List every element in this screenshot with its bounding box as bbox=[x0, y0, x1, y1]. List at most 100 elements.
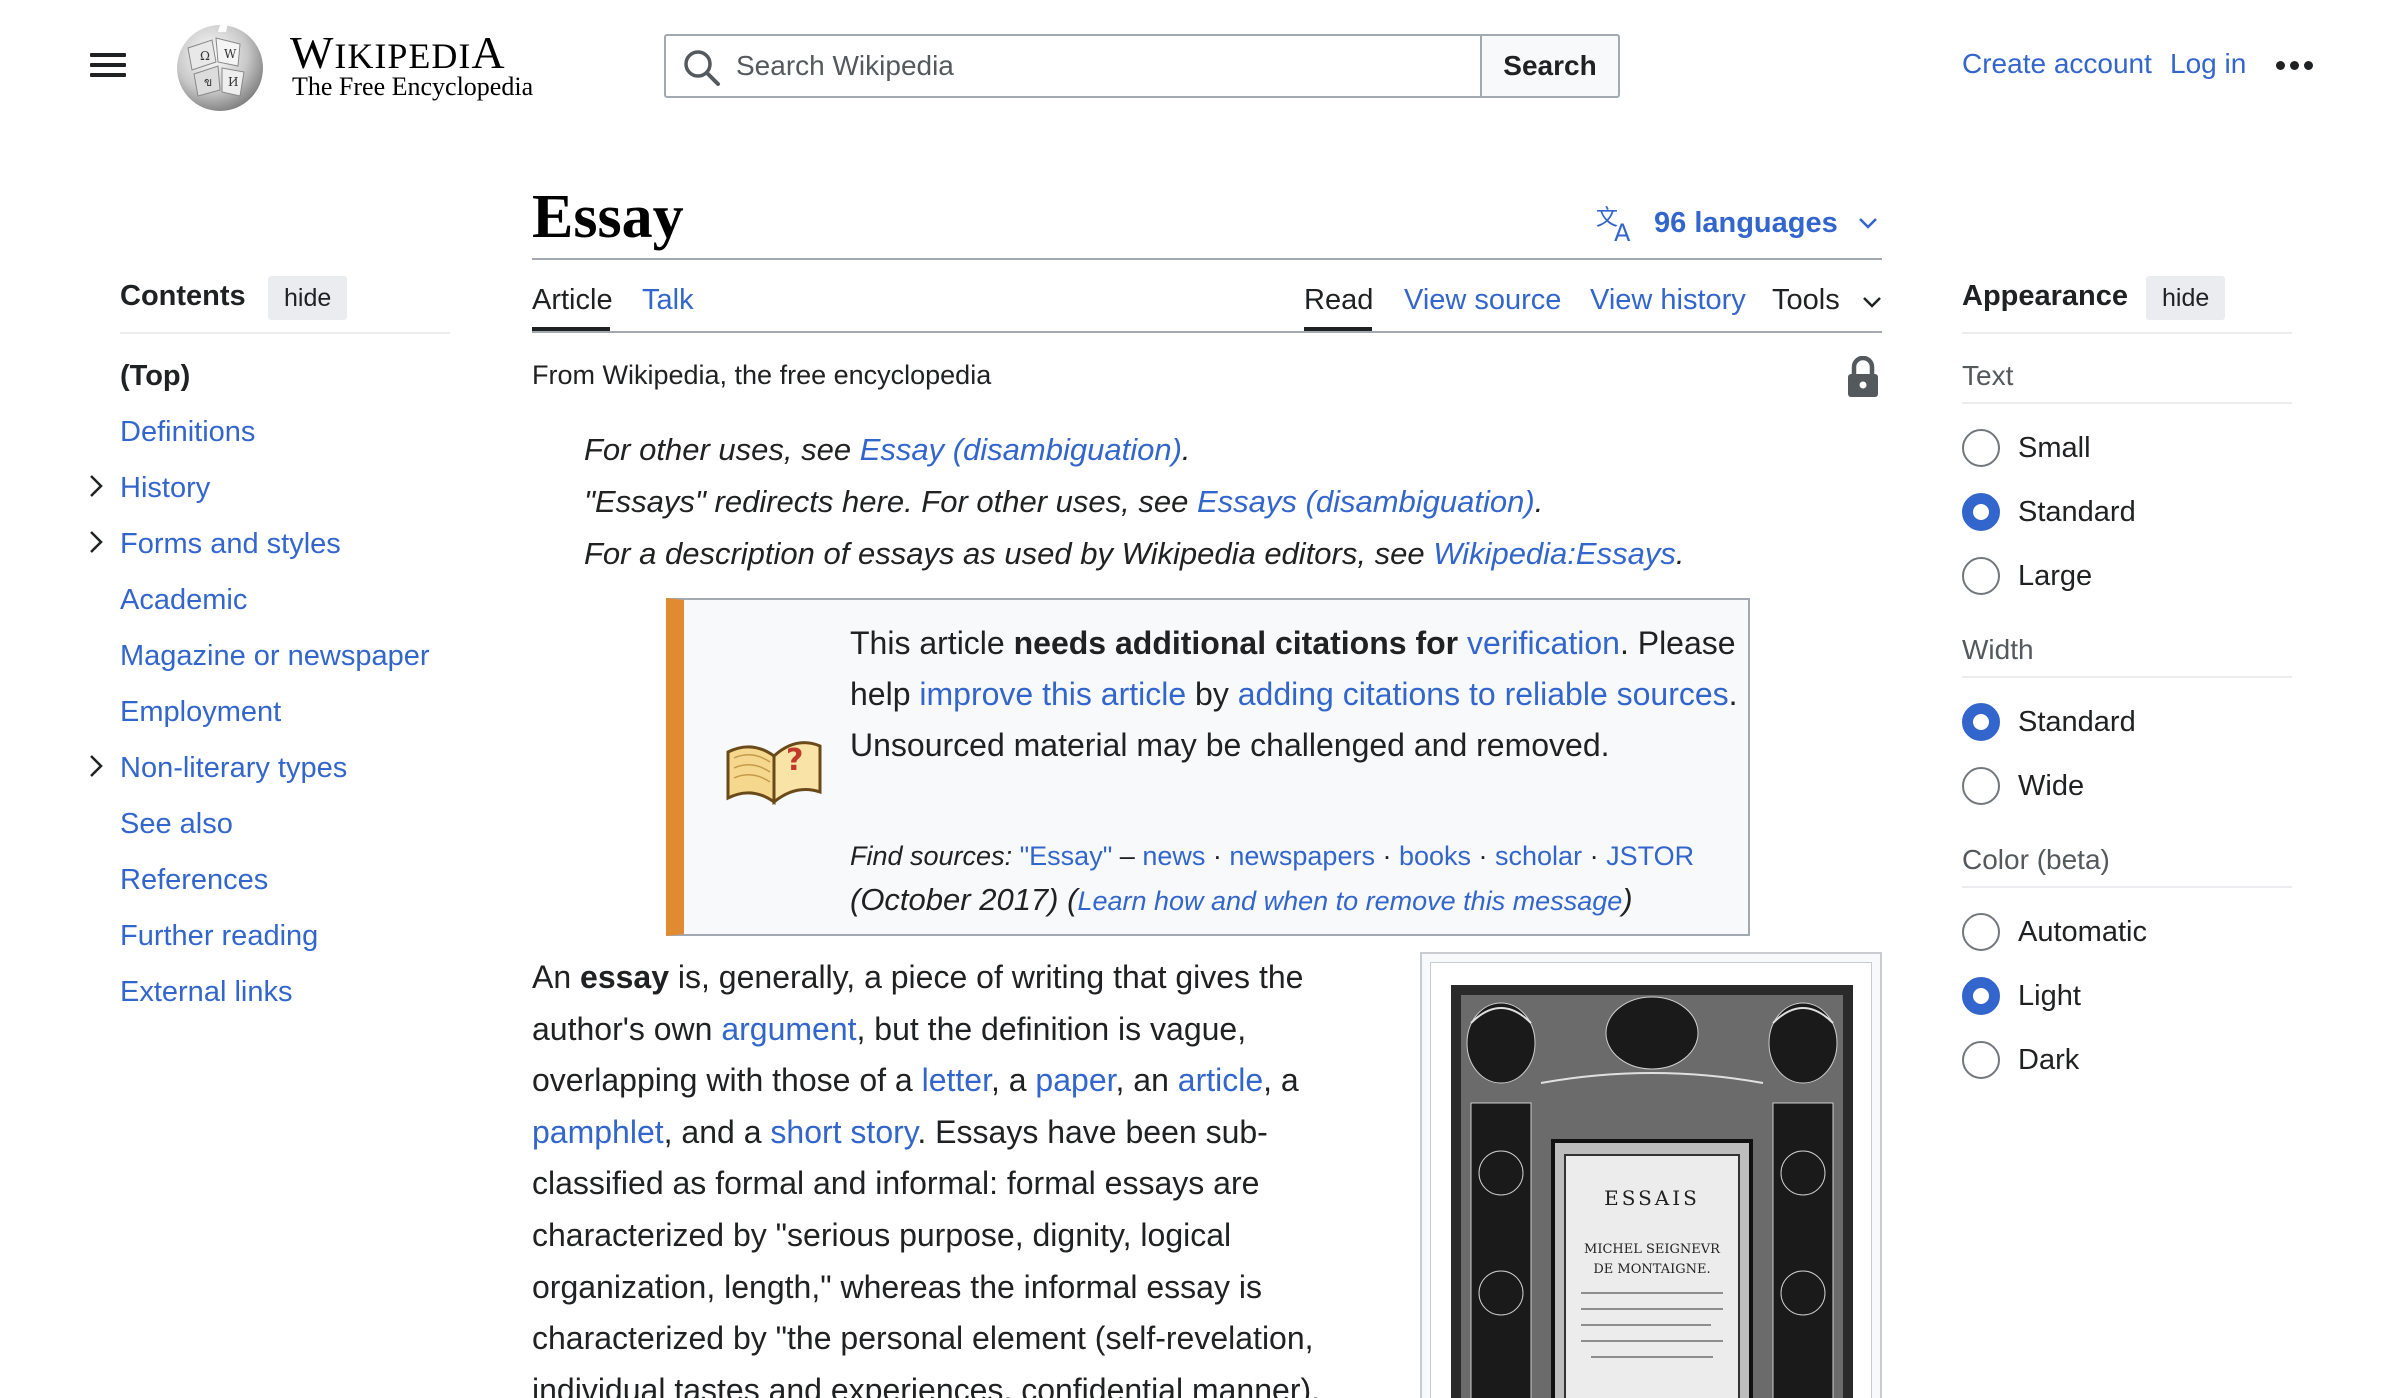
main-menu-button[interactable] bbox=[90, 50, 126, 80]
hatnote: "Essays" redirects here. For other uses,… bbox=[584, 484, 1543, 520]
toc-item-see-also[interactable]: See also bbox=[120, 808, 233, 841]
find-sources-query-link[interactable]: "Essay" bbox=[1020, 841, 1113, 871]
citation-notice-box: ? This article needs additional citation… bbox=[666, 598, 1750, 936]
toc-item-forms-and-styles[interactable]: Forms and styles bbox=[120, 528, 341, 561]
create-account-link[interactable]: Create account bbox=[1962, 48, 2152, 80]
toc-hide-button[interactable]: hide bbox=[268, 276, 348, 320]
radio-text-large[interactable]: Large bbox=[1962, 556, 2092, 596]
short-story-link[interactable]: short story bbox=[770, 1114, 917, 1150]
article-link[interactable]: article bbox=[1178, 1062, 1263, 1098]
hatnote-text: "Essays" redirects here. For other uses,… bbox=[584, 484, 1197, 519]
adding-citations-link[interactable]: adding citations to reliable sources bbox=[1238, 676, 1729, 712]
hatnote-link[interactable]: Essays (disambiguation) bbox=[1197, 484, 1535, 519]
tab-read[interactable]: Read bbox=[1304, 284, 1373, 317]
radio-color-automatic[interactable]: Automatic bbox=[1962, 912, 2147, 952]
toc-item-magazine-or-newspaper[interactable]: Magazine or newspaper bbox=[120, 640, 430, 673]
tabs-divider bbox=[532, 331, 1882, 333]
tab-tools[interactable]: Tools bbox=[1772, 284, 1840, 317]
body-text: . Essays have been sub-classified as for… bbox=[532, 1113, 1321, 1398]
hamburger-line bbox=[90, 73, 126, 77]
improve-article-link[interactable]: improve this article bbox=[919, 676, 1186, 712]
find-sources-separator: · bbox=[1374, 841, 1399, 871]
radio-color-light[interactable]: Light bbox=[1962, 976, 2081, 1016]
learn-remove-message-link[interactable]: Learn how and when to remove this messag… bbox=[1077, 886, 1622, 916]
color-label: Color (beta) bbox=[1962, 844, 2110, 875]
chevron-right-icon[interactable] bbox=[86, 752, 106, 780]
toc-item-external-links[interactable]: External links bbox=[120, 976, 292, 1009]
radio-circle bbox=[1962, 429, 2000, 467]
radio-circle bbox=[1962, 977, 2000, 1015]
tab-talk[interactable]: Talk bbox=[642, 284, 694, 317]
radio-width-standard[interactable]: Standard bbox=[1962, 702, 2136, 742]
toc-divider bbox=[120, 332, 450, 334]
paper-link[interactable]: paper bbox=[1035, 1062, 1115, 1098]
log-in-link[interactable]: Log in bbox=[2170, 48, 2246, 80]
find-sources: Find sources: "Essay" – news · newspaper… bbox=[850, 830, 1750, 882]
hatnote-link[interactable]: Essay (disambiguation) bbox=[860, 432, 1182, 467]
radio-label: Light bbox=[2018, 979, 2081, 1012]
verification-link[interactable]: verification bbox=[1467, 625, 1620, 661]
search-button[interactable]: Search bbox=[1480, 34, 1620, 98]
open-book-question-icon: ? bbox=[726, 741, 822, 806]
article-lead-paragraph: An essay is, generally, a piece of writi… bbox=[532, 952, 1352, 1398]
tab-article[interactable]: Article bbox=[532, 284, 613, 317]
find-scholar-link[interactable]: scholar bbox=[1495, 841, 1582, 871]
wikipedia-globe-logo-icon[interactable]: Ω W ข И bbox=[168, 18, 272, 114]
image-text: ESSAIS bbox=[1604, 1186, 1700, 1210]
search-input[interactable] bbox=[736, 36, 1466, 96]
lock-icon[interactable] bbox=[1846, 356, 1880, 398]
chevron-down-icon[interactable] bbox=[1860, 290, 1884, 314]
toc-item-top[interactable]: (Top) bbox=[120, 360, 190, 393]
find-books-link[interactable]: books bbox=[1399, 841, 1471, 871]
radio-circle bbox=[1962, 1041, 2000, 1079]
toc-item-definitions[interactable]: Definitions bbox=[120, 416, 255, 449]
search-box bbox=[664, 34, 1482, 98]
notice-text: This article needs additional citations … bbox=[850, 618, 1750, 771]
toc-title: Contents bbox=[120, 280, 246, 312]
chevron-right-icon[interactable] bbox=[86, 472, 106, 500]
wordmark-final: A bbox=[471, 27, 506, 78]
find-newspapers-link[interactable]: newspapers bbox=[1229, 841, 1375, 871]
notice-paren: ) bbox=[1622, 882, 1633, 917]
toc-item-references[interactable]: References bbox=[120, 864, 268, 897]
toc-item-further-reading[interactable]: Further reading bbox=[120, 920, 318, 953]
appearance-hide-button[interactable]: hide bbox=[2146, 276, 2226, 320]
radio-text-small[interactable]: Small bbox=[1962, 428, 2091, 468]
hatnote-text: . bbox=[1181, 432, 1191, 467]
radio-width-wide[interactable]: Wide bbox=[1962, 766, 2084, 806]
tab-view-source[interactable]: View source bbox=[1404, 284, 1561, 317]
radio-label: Large bbox=[2018, 559, 2093, 592]
radio-label: Dark bbox=[2018, 1043, 2080, 1076]
title-divider bbox=[532, 258, 1882, 260]
hamburger-line bbox=[90, 63, 126, 67]
body-text: , a bbox=[1263, 1062, 1299, 1099]
more-options-icon[interactable] bbox=[2276, 58, 2316, 72]
argument-link[interactable]: argument bbox=[721, 1011, 856, 1047]
pamphlet-link[interactable]: pamphlet bbox=[532, 1114, 664, 1150]
tab-view-history[interactable]: View history bbox=[1590, 284, 1746, 317]
chevron-right-icon[interactable] bbox=[86, 528, 106, 556]
svg-text:Ω: Ω bbox=[200, 49, 210, 63]
hatnote-text: . bbox=[1534, 484, 1544, 519]
letter-link[interactable]: letter bbox=[922, 1062, 991, 1098]
svg-text:W: W bbox=[224, 47, 237, 61]
toc-item-employment[interactable]: Employment bbox=[120, 696, 281, 729]
radio-circle bbox=[1962, 703, 2000, 741]
svg-text:И: И bbox=[228, 75, 238, 89]
radio-text-standard[interactable]: Standard bbox=[1962, 492, 2136, 532]
toc-item-non-literary-types[interactable]: Non-literary types bbox=[120, 752, 347, 785]
language-icon: 文 A bbox=[1596, 206, 1631, 243]
svg-text:ข: ข bbox=[204, 75, 212, 89]
hatnote-link[interactable]: Wikipedia:Essays bbox=[1433, 536, 1676, 571]
find-news-link[interactable]: news bbox=[1142, 841, 1205, 871]
essais-title-page-image[interactable]: ESSAIS MICHEL SEIGNEVR DE MONTAIGNE. bbox=[1430, 962, 1872, 1398]
radio-label: Automatic bbox=[2018, 915, 2147, 948]
find-jstor-link[interactable]: JSTOR bbox=[1606, 841, 1694, 871]
languages-button[interactable]: 文 A 96 languages bbox=[1596, 200, 1880, 246]
radio-color-dark[interactable]: Dark bbox=[1962, 1040, 2079, 1080]
find-sources-separator: – bbox=[1112, 841, 1143, 871]
toc-item-academic[interactable]: Academic bbox=[120, 584, 247, 617]
toc-item-history[interactable]: History bbox=[120, 472, 210, 505]
find-sources-separator: · bbox=[1471, 841, 1496, 871]
notice-text-part: by bbox=[1186, 676, 1238, 712]
